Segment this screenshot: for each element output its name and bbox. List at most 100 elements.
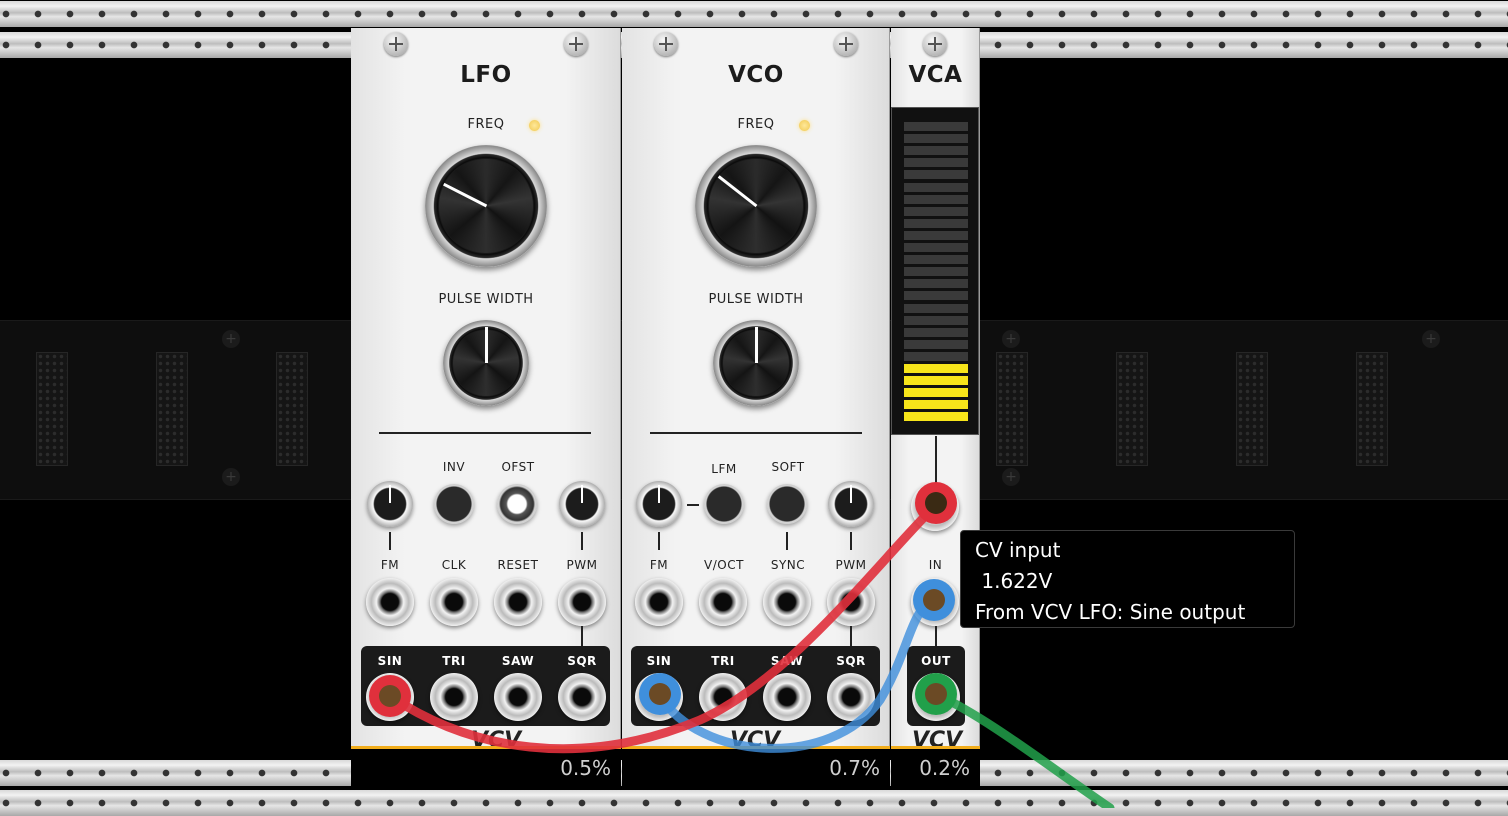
divider (379, 432, 591, 434)
screw-icon (654, 32, 678, 56)
freq-knob[interactable] (695, 145, 817, 267)
screw-icon (834, 32, 858, 56)
freq-led (529, 120, 540, 131)
pwm-input-jack[interactable] (827, 578, 875, 626)
saw-output-jack[interactable] (763, 673, 811, 721)
bg-connector (1356, 352, 1388, 466)
meter-segment (904, 303, 968, 313)
pulse-width-knob[interactable] (443, 320, 529, 406)
ofst-label: OFST (501, 460, 535, 474)
meter-segment (904, 218, 968, 228)
bg-connector (1236, 352, 1268, 466)
cv-input-jack[interactable] (911, 483, 959, 531)
meter-segment (904, 400, 968, 410)
meter-segment (904, 206, 968, 216)
meter-segment (904, 182, 968, 192)
bg-connector (36, 352, 68, 466)
lfo-cpu-meter: 0.5% (351, 746, 621, 788)
inv-label: INV (442, 460, 466, 474)
vco-cpu-value: 0.7% (829, 756, 880, 780)
fm-attenuator-knob[interactable] (636, 481, 682, 527)
sin-output-jack[interactable] (366, 673, 414, 721)
bg-screw-icon: + (1422, 330, 1440, 348)
sqr-output-jack[interactable] (827, 673, 875, 721)
tooltip-voltage: 1.622V (975, 569, 1053, 593)
soft-button[interactable] (767, 484, 807, 524)
meter-segment (904, 279, 968, 289)
tri-output-jack[interactable] (430, 673, 478, 721)
meter-segment (904, 158, 968, 168)
clk-input-label: CLK (441, 558, 467, 572)
reset-input-jack[interactable] (494, 578, 542, 626)
vco-title: VCO (728, 62, 784, 88)
clk-input-jack[interactable] (430, 578, 478, 626)
freq-knob[interactable] (425, 145, 547, 267)
fm-input-label: FM (649, 558, 669, 572)
bg-screw-icon: + (222, 468, 240, 486)
sin-output-label: SIN (377, 654, 403, 668)
screw-icon (384, 32, 408, 56)
sync-input-label: SYNC (770, 558, 806, 572)
voct-input-jack[interactable] (699, 578, 747, 626)
vca-title: VCA (908, 62, 963, 88)
tooltip-source: From VCV LFO: Sine output (975, 600, 1246, 624)
out-label: OUT (921, 654, 951, 668)
inv-button[interactable] (434, 484, 474, 524)
bg-connector (276, 352, 308, 466)
meter-segment (904, 134, 968, 144)
bg-connector (996, 352, 1028, 466)
in-jack[interactable] (911, 578, 959, 626)
lfo-title: LFO (460, 62, 512, 88)
saw-output-label: SAW (770, 654, 804, 668)
sqr-output-label: SQR (836, 654, 866, 668)
pwm-attenuator-knob[interactable] (559, 481, 605, 527)
pwm-input-jack[interactable] (558, 578, 606, 626)
screw-icon (564, 32, 588, 56)
fm-input-jack[interactable] (635, 578, 683, 626)
lfo-module[interactable]: LFO FREQ PULSE WIDTH INV OFST FM CLK RES… (351, 28, 621, 788)
saw-output-jack[interactable] (494, 673, 542, 721)
tri-output-label: TRI (442, 654, 466, 668)
pulse-width-label: PULSE WIDTH (708, 292, 804, 307)
ofst-button[interactable] (497, 484, 537, 524)
meter-segment (904, 351, 968, 361)
tri-output-jack[interactable] (699, 673, 747, 721)
pwm-attenuator-knob[interactable] (828, 481, 874, 527)
meter-segment (904, 255, 968, 265)
sqr-output-jack[interactable] (558, 673, 606, 721)
fm-input-jack[interactable] (366, 578, 414, 626)
vca-cpu-value: 0.2% (919, 756, 970, 780)
fm-input-label: FM (380, 558, 400, 572)
lfm-label: LFM (711, 462, 737, 476)
soft-label: SOFT (771, 460, 805, 474)
sin-output-jack[interactable] (635, 673, 683, 721)
meter-segment (904, 194, 968, 204)
bg-screw-icon: + (1002, 330, 1020, 348)
out-jack[interactable] (912, 673, 960, 721)
vca-cpu-meter: 0.2% (891, 746, 980, 788)
tooltip-title: CV input (975, 538, 1061, 562)
vco-module[interactable]: VCO FREQ PULSE WIDTH LFM SOFT FM V/OCT S… (622, 28, 890, 788)
meter-segment (904, 243, 968, 252)
fm-attenuator-knob[interactable] (367, 481, 413, 527)
lfm-button[interactable] (704, 484, 744, 524)
lfo-cpu-value: 0.5% (560, 756, 611, 780)
meter-segment (904, 267, 968, 277)
bg-connector (1116, 352, 1148, 466)
meter-segment (904, 412, 968, 422)
sync-input-jack[interactable] (763, 578, 811, 626)
sin-output-label: SIN (646, 654, 672, 668)
bg-screw-icon: + (222, 330, 240, 348)
meter-segment (904, 146, 968, 156)
pulse-width-label: PULSE WIDTH (438, 292, 534, 307)
screw-icon (923, 32, 947, 56)
bg-screw-icon: + (1002, 468, 1020, 486)
reset-input-label: RESET (497, 558, 539, 572)
tri-output-label: TRI (711, 654, 735, 668)
meter-segment (904, 291, 968, 301)
meter-segment (904, 170, 968, 180)
meter-segment (904, 376, 968, 386)
pulse-width-knob[interactable] (713, 320, 799, 406)
top-rail (0, 1, 1508, 27)
port-tooltip: CV input 1.622V From VCV LFO: Sine outpu… (960, 530, 1295, 628)
